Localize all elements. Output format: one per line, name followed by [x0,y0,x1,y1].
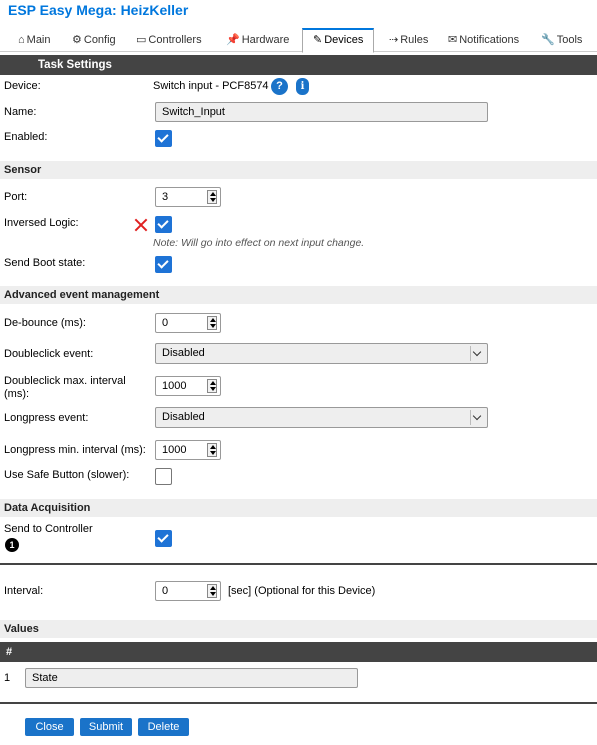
pin-icon: 📌 [226,34,240,46]
tab-config[interactable]: ⚙ Config [72,28,116,52]
help-icon[interactable]: ? [271,78,288,95]
chevron-down-icon [470,346,485,361]
spinner-icon[interactable] [207,316,217,330]
values-table-header: # [0,642,597,662]
spinner-icon[interactable] [207,443,217,457]
arrow-icon: ⇢ [389,34,399,46]
spinner-icon[interactable] [207,379,217,393]
tab-main[interactable]: ⌂ Main [18,28,51,52]
controller-number-badge: 1 [5,538,19,552]
envelope-icon: ✉ [448,34,458,46]
debounce-label: De-bounce (ms): [4,317,86,329]
inversed-logic-label: Inversed Logic: [4,217,79,229]
name-input[interactable]: Switch_Input [155,102,488,122]
enabled-checkbox[interactable] [155,130,172,147]
controller-icon: ▭ [136,34,147,46]
wrench-icon: 🔧 [541,34,555,46]
divider [0,563,597,565]
interval-input[interactable]: 0 [155,581,221,601]
doubleclick-interval-label: Doubleclick max. interval (ms): [4,375,126,400]
send-controller-checkbox[interactable] [155,530,172,547]
longpress-interval-input[interactable]: 1000 [155,440,221,460]
inversed-note: Note: Will go into effect on next input … [153,237,365,249]
enabled-label: Enabled: [4,131,48,143]
section-advanced-event: Advanced event management [0,286,597,304]
gear-icon: ⚙ [72,34,82,46]
tab-tools[interactable]: 🔧 Tools [541,28,582,52]
device-value: Switch input - PCF8574 [153,80,269,92]
port-label: Port: [4,191,28,203]
safe-button-checkbox[interactable] [155,468,172,485]
tab-controllers[interactable]: ▭ Controllers [136,28,202,52]
spinner-icon[interactable] [207,190,217,204]
tab-devices[interactable]: ✎ Devices [302,28,375,53]
longpress-label: Longpress event: [4,412,89,424]
device-label: Device: [4,80,41,92]
doubleclick-select[interactable]: Disabled [155,343,488,364]
doubleclick-interval-input[interactable]: 1000 [155,376,221,396]
name-label: Name: [4,106,37,118]
send-controller-label: Send to Controller [4,523,93,535]
tab-rules[interactable]: ⇢ Rules [389,28,428,52]
section-values: Values [0,620,597,638]
close-button[interactable]: Close [25,718,74,736]
home-icon: ⌂ [18,34,25,46]
longpress-select[interactable]: Disabled [155,407,488,428]
safe-button-label: Use Safe Button (slower): [4,469,130,481]
section-sensor: Sensor [0,161,597,179]
main-tabs: ⌂ Main ⚙ Config ▭ Controllers 📌 Hardware ✎ De… [0,28,597,53]
chevron-down-icon [470,410,485,425]
boot-state-label: Send Boot state: [4,257,86,269]
task-settings-header: Task Settings [0,55,597,75]
value-row-index: 1 [4,672,11,684]
boot-state-checkbox[interactable] [155,256,172,273]
tab-hardware[interactable]: 📌 Hardware [226,28,289,52]
interval-suffix: [sec] (Optional for this Device) [228,585,376,597]
tab-notifications[interactable]: ✉ Notifications [448,28,519,52]
delete-button[interactable]: Delete [138,718,189,736]
inversed-logic-checkbox[interactable] [155,216,172,233]
value-name-input[interactable]: State [25,668,358,688]
longpress-interval-label: Longpress min. interval (ms): [4,444,146,456]
doubleclick-label: Doubleclick event: [4,348,94,360]
port-input[interactable]: 3 [155,187,221,207]
section-data-acquisition: Data Acquisition [0,499,597,517]
divider [0,702,597,704]
red-x-icon [134,218,148,232]
app-title: ESP Easy Mega: HeizKeller [8,2,189,18]
submit-button[interactable]: Submit [80,718,132,736]
pen-icon: ✎ [313,34,323,46]
info-icon[interactable]: i [296,78,309,95]
debounce-input[interactable]: 0 [155,313,221,333]
spinner-icon[interactable] [207,584,217,598]
interval-label: Interval: [4,585,44,597]
